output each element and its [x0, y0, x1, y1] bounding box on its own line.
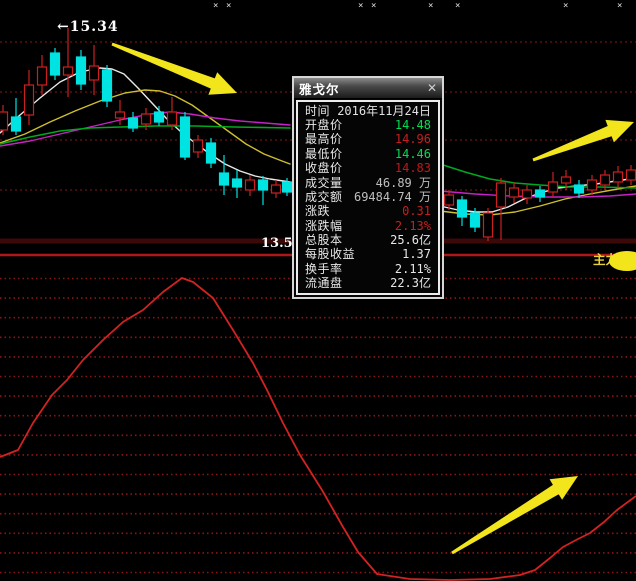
popup-row-value: 0.31	[402, 205, 431, 218]
candle-body	[129, 118, 138, 128]
popup-row-label: 成交额	[305, 191, 343, 204]
candle-body	[575, 185, 584, 193]
top-sell-marks: × × × × × × × ×	[0, 0, 636, 14]
candle-body	[627, 170, 636, 180]
x-mark: ×	[455, 1, 460, 11]
candle-body	[471, 213, 480, 227]
arrow-annotation	[533, 120, 635, 161]
x-mark: ×	[226, 1, 231, 11]
x-mark: ×	[563, 1, 568, 11]
candle-body	[155, 112, 164, 122]
popup-row-label: 涨跌幅	[305, 220, 343, 233]
candle-body	[536, 190, 545, 197]
candle-body	[220, 173, 229, 185]
popup-row: 总股本 25.6亿	[298, 234, 438, 247]
popup-row-label: 开盘价	[305, 119, 343, 132]
popup-row-label: 流通盘	[305, 277, 343, 290]
popup-row: 涨跌 0.31	[298, 205, 438, 218]
popup-row-label: 收盘价	[305, 162, 343, 175]
candle-body	[64, 67, 73, 75]
indicator-line	[0, 278, 636, 580]
candle-body	[588, 180, 597, 190]
stock-chart-screen: ←15.34 13.5 主力 ×××××××× 雅戈尔 ✕ 时间2016年11月…	[0, 0, 636, 581]
popup-row-label: 时间	[305, 105, 330, 118]
popup-row: 最低价 14.46	[298, 148, 438, 161]
popup-row-value: 1.37	[402, 248, 431, 261]
candle-body	[549, 182, 558, 192]
candle-body	[259, 180, 268, 190]
candle-body	[51, 53, 60, 75]
candle-body	[90, 66, 99, 80]
popup-row-label: 最低价	[305, 148, 343, 161]
x-mark: ×	[617, 1, 622, 11]
candle-body	[142, 114, 151, 124]
popup-row: 时间 2016年11月24日	[298, 105, 438, 118]
popup-row-value: 2.13%	[395, 220, 431, 233]
popup-row: 成交额 69484.74 万	[298, 191, 438, 204]
candle-body	[562, 177, 571, 183]
popup-row-label: 成交量	[305, 177, 343, 190]
popup-row: 收盘价 14.83	[298, 162, 438, 175]
x-mark: ×	[358, 1, 363, 11]
popup-row: 流通盘 22.3亿	[298, 277, 438, 290]
candle-body	[445, 195, 454, 205]
candle-body	[283, 182, 292, 192]
candle-body	[0, 112, 8, 130]
candle-body	[510, 188, 519, 197]
popup-row-value: 14.48	[395, 119, 431, 132]
popup-row: 开盘价 14.48	[298, 119, 438, 132]
candle-body	[272, 185, 281, 193]
popup-row: 换手率 2.11%	[298, 263, 438, 276]
candle-body	[25, 85, 34, 115]
popup-body: 时间2016年11月24日开盘价14.48最高价14.96最低价14.46收盘价…	[296, 100, 440, 295]
popup-row-label: 总股本	[305, 234, 343, 247]
popup-row-label: 涨跌	[305, 205, 330, 218]
popup-row: 每股收益 1.37	[298, 248, 438, 261]
quote-popup-window: 雅戈尔 ✕ 时间 2016年11月24日开盘价 14.48 最高价 14.96 最低价 14…	[292, 76, 444, 299]
ma-green-left	[0, 126, 290, 144]
popup-row-value: 2.11%	[395, 263, 431, 276]
popup-row-value: 14.46	[395, 148, 431, 161]
popup-row-value: 22.3亿	[390, 277, 431, 290]
popup-row-label: 每股收益	[305, 248, 355, 261]
arrow-annotation	[112, 43, 238, 95]
popup-row-label: 最高价	[305, 133, 343, 146]
candle-body	[116, 112, 125, 118]
candle-body	[246, 180, 255, 190]
candle-body	[38, 67, 47, 85]
candle-body	[523, 190, 532, 198]
x-mark: ×	[371, 1, 376, 11]
popup-row: 涨跌幅 2.13%	[298, 220, 438, 233]
candle-body	[484, 213, 493, 237]
candle-body	[207, 143, 216, 163]
candle-body	[614, 172, 623, 182]
x-mark: ×	[213, 1, 218, 11]
candle-body	[103, 70, 112, 101]
candle-body	[233, 179, 242, 187]
candle-body	[601, 175, 610, 185]
candle-body	[497, 183, 506, 207]
candle-body	[194, 140, 203, 152]
popup-row-value: 46.89 万	[376, 177, 431, 190]
price-high-label: ←15.34	[57, 19, 119, 35]
popup-title: 雅戈尔	[299, 79, 340, 98]
candle-body	[77, 57, 86, 84]
price-axis-label: 13.5	[261, 236, 293, 251]
candle-body	[181, 117, 190, 157]
candle-body	[168, 112, 177, 125]
popup-row: 最高价 14.96	[298, 133, 438, 146]
arrow-annotation	[451, 476, 578, 554]
candle-body	[12, 117, 21, 131]
popup-row-label: 换手率	[305, 263, 343, 276]
popup-row: 成交量 46.89 万	[298, 177, 438, 190]
candle-body	[458, 200, 467, 217]
close-icon[interactable]: ✕	[427, 82, 437, 94]
popup-row-value: 25.6亿	[390, 234, 431, 247]
x-mark: ×	[428, 1, 433, 11]
popup-row-value: 2016年11月24日	[337, 105, 431, 118]
popup-row-value: 69484.74 万	[354, 191, 431, 204]
popup-row-value: 14.96	[395, 133, 431, 146]
popup-row-value: 14.83	[395, 162, 431, 175]
popup-title-bar[interactable]: 雅戈尔 ✕	[294, 78, 442, 99]
